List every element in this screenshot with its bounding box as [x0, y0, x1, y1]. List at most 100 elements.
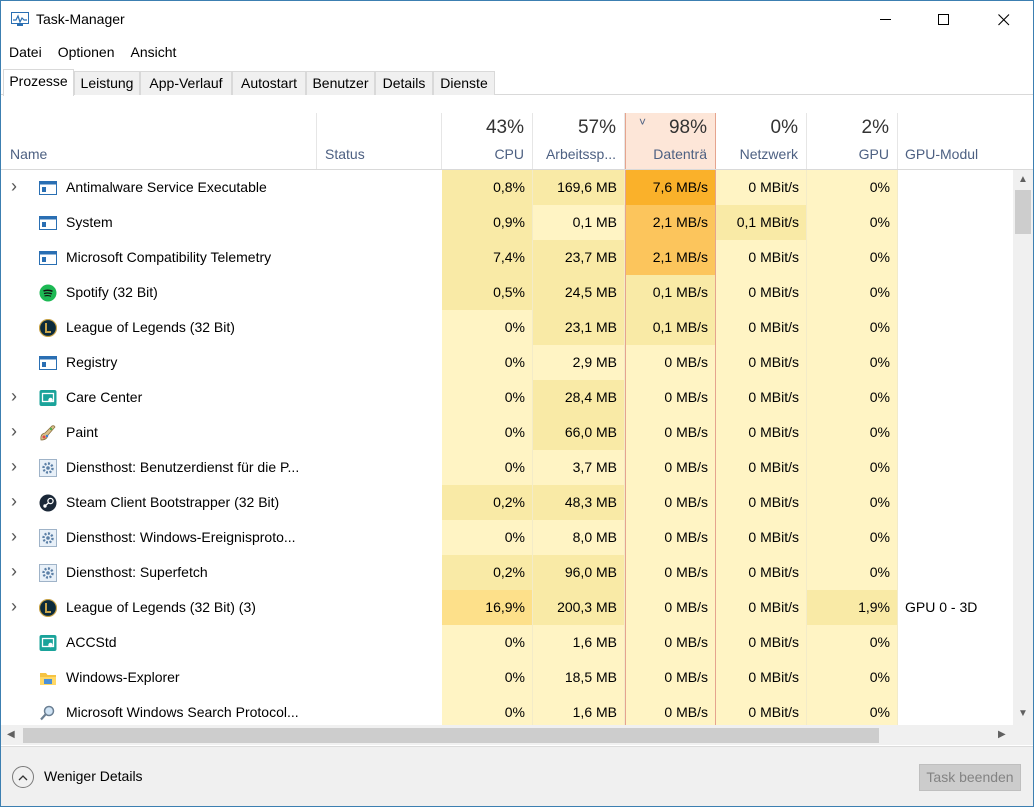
process-cpu-value: 0% — [442, 415, 533, 450]
process-row[interactable]: › League of Legends (32 Bit) (3) 16,9% 200,… — [1, 590, 1013, 625]
expand-chevron-icon[interactable]: › — [11, 520, 23, 555]
scroll-right-arrow-icon[interactable]: ▶ — [998, 729, 1006, 740]
process-net-value: 0 MBit/s — [716, 590, 807, 625]
tab-benutzer[interactable]: Benutzer — [306, 71, 375, 95]
column-header-cpu[interactable]: 43% CPU — [442, 113, 533, 169]
process-cpu-value: 0% — [442, 380, 533, 415]
process-gpu-engine — [898, 310, 1013, 345]
minimize-button[interactable] — [857, 1, 915, 39]
fewer-details-link[interactable]: Weniger Details — [44, 768, 143, 784]
process-row[interactable]: › Care Center 0% 28,4 MB 0 MB/s 0 MBit/s 0% — [1, 380, 1013, 415]
process-net-value: 0 MBit/s — [716, 625, 807, 660]
process-row[interactable]: › Antimalware Service Executable 0,8% 169,6… — [1, 170, 1013, 205]
process-name: Diensthost: Superfetch — [66, 564, 208, 580]
column-header-memory[interactable]: 57% Arbeitssp... — [533, 113, 625, 169]
column-header-network[interactable]: 0% Netzwerk — [716, 113, 807, 169]
scroll-up-arrow-icon[interactable]: ▲ — [1018, 174, 1028, 185]
tab-dienste[interactable]: Dienste — [433, 71, 495, 95]
spotify-icon — [39, 284, 57, 302]
process-row[interactable]: Microsoft Compatibility Telemetry 7,4% 23,… — [1, 240, 1013, 275]
close-icon — [998, 14, 1010, 26]
column-header-disk[interactable]: ˅ 98% Datenträ — [625, 113, 716, 169]
process-name: Care Center — [66, 389, 143, 405]
process-net-value: 0 MBit/s — [716, 660, 807, 695]
expand-chevron-icon[interactable]: › — [11, 555, 23, 590]
tab-details[interactable]: Details — [375, 71, 433, 95]
process-status — [317, 205, 442, 240]
column-header-status[interactable]: Status — [317, 113, 442, 169]
expand-chevron-icon[interactable]: › — [11, 415, 23, 450]
expand-chevron-icon[interactable]: › — [11, 485, 23, 520]
process-row[interactable]: League of Legends (32 Bit) 0% 23,1 MB 0,1 M… — [1, 310, 1013, 345]
process-gpu-value: 0% — [807, 415, 898, 450]
expand-chevron-icon[interactable]: › — [11, 450, 23, 485]
process-disk-value: 0 MB/s — [625, 450, 716, 485]
close-button[interactable] — [975, 1, 1033, 39]
process-cpu-value: 0% — [442, 695, 533, 725]
process-row[interactable]: › Diensthost: Benutzerdienst für die P...… — [1, 450, 1013, 485]
tab-leistung[interactable]: Leistung — [74, 71, 140, 95]
league-icon — [39, 319, 57, 337]
process-status — [317, 625, 442, 660]
process-net-value: 0 MBit/s — [716, 695, 807, 725]
process-row[interactable]: Spotify (32 Bit) 0,5% 24,5 MB 0,1 MB/s 0 MBi… — [1, 275, 1013, 310]
window-title: Task-Manager — [36, 11, 125, 27]
expand-chevron-icon[interactable]: › — [11, 590, 23, 625]
column-header-gpu-engine[interactable]: GPU-Modul — [898, 113, 1033, 169]
menu-datei[interactable]: Datei — [1, 41, 50, 63]
process-status — [317, 240, 442, 275]
process-gpu-value: 0% — [807, 345, 898, 380]
process-gpu-value: 0% — [807, 485, 898, 520]
scroll-down-arrow-icon[interactable]: ▼ — [1018, 708, 1028, 719]
process-row[interactable]: ACCStd 0% 1,6 MB 0 MB/s 0 MBit/s 0% — [1, 625, 1013, 660]
maximize-button[interactable] — [915, 1, 973, 39]
process-row[interactable]: System 0,9% 0,1 MB 2,1 MB/s 0,1 MBit/s 0% — [1, 205, 1013, 240]
process-cpu-value: 0,2% — [442, 485, 533, 520]
process-row[interactable]: Microsoft Windows Search Protocol... 0% 1,… — [1, 695, 1013, 725]
sorted-column-border-right — [715, 170, 716, 725]
process-row[interactable]: › Diensthost: Windows-Ereignisproto... 0% 8… — [1, 520, 1013, 555]
window-process-icon — [39, 251, 57, 265]
expand-chevron-icon[interactable]: › — [11, 380, 23, 415]
process-gpu-value: 0% — [807, 310, 898, 345]
expand-chevron-icon[interactable]: › — [11, 170, 23, 205]
process-row[interactable]: › Paint 0% 66,0 MB 0 MB/s 0 MBit/s 0% — [1, 415, 1013, 450]
tab-prozesse[interactable]: Prozesse — [3, 69, 74, 96]
process-row[interactable]: › Steam Client Bootstrapper (32 Bit) 0,2% 4… — [1, 485, 1013, 520]
process-name: Paint — [66, 424, 98, 440]
process-cpu-value: 0% — [442, 520, 533, 555]
menu-optionen[interactable]: Optionen — [50, 41, 123, 63]
process-gpu-engine — [898, 170, 1013, 205]
fewer-details-toggle[interactable] — [12, 766, 34, 788]
horizontal-scroll-thumb[interactable] — [23, 728, 879, 743]
process-net-value: 0 MBit/s — [716, 240, 807, 275]
process-status — [317, 555, 442, 590]
process-status — [317, 520, 442, 555]
process-table-header: Name Status 43% CPU 57% Arbeitssp... ˅ 9… — [1, 113, 1033, 170]
care-center-icon — [39, 390, 57, 406]
column-header-name[interactable]: Name — [1, 113, 317, 169]
end-task-button[interactable]: Task beenden — [919, 764, 1021, 791]
vertical-scrollbar[interactable] — [1013, 170, 1033, 725]
process-disk-value: 0 MB/s — [625, 485, 716, 520]
column-header-gpu[interactable]: 2% GPU — [807, 113, 898, 169]
process-cpu-value: 7,4% — [442, 240, 533, 275]
scroll-left-arrow-icon[interactable]: ◀ — [7, 729, 15, 740]
process-gpu-value: 0% — [807, 555, 898, 590]
process-disk-value: 2,1 MB/s — [625, 205, 716, 240]
menu-ansicht[interactable]: Ansicht — [123, 41, 185, 63]
gear-icon — [39, 564, 57, 582]
process-row[interactable]: Registry 0% 2,9 MB 0 MB/s 0 MBit/s 0% — [1, 345, 1013, 380]
process-row[interactable]: Windows-Explorer 0% 18,5 MB 0 MB/s 0 MBit/s 0… — [1, 660, 1013, 695]
process-row[interactable]: › Diensthost: Superfetch 0,2% 96,0 MB 0 MB/s… — [1, 555, 1013, 590]
process-name: Diensthost: Benutzerdienst für die P... — [66, 459, 300, 475]
folder-icon — [40, 673, 56, 685]
process-name: League of Legends (32 Bit) — [66, 319, 235, 335]
vertical-scroll-thumb[interactable] — [1015, 190, 1031, 234]
maximize-icon — [938, 14, 949, 25]
process-disk-value: 2,1 MB/s — [625, 240, 716, 275]
tab-app-verlauf[interactable]: App-Verlauf — [140, 71, 232, 95]
process-disk-value: 0 MB/s — [625, 590, 716, 625]
tab-autostart[interactable]: Autostart — [232, 71, 306, 95]
process-disk-value: 0 MB/s — [625, 380, 716, 415]
